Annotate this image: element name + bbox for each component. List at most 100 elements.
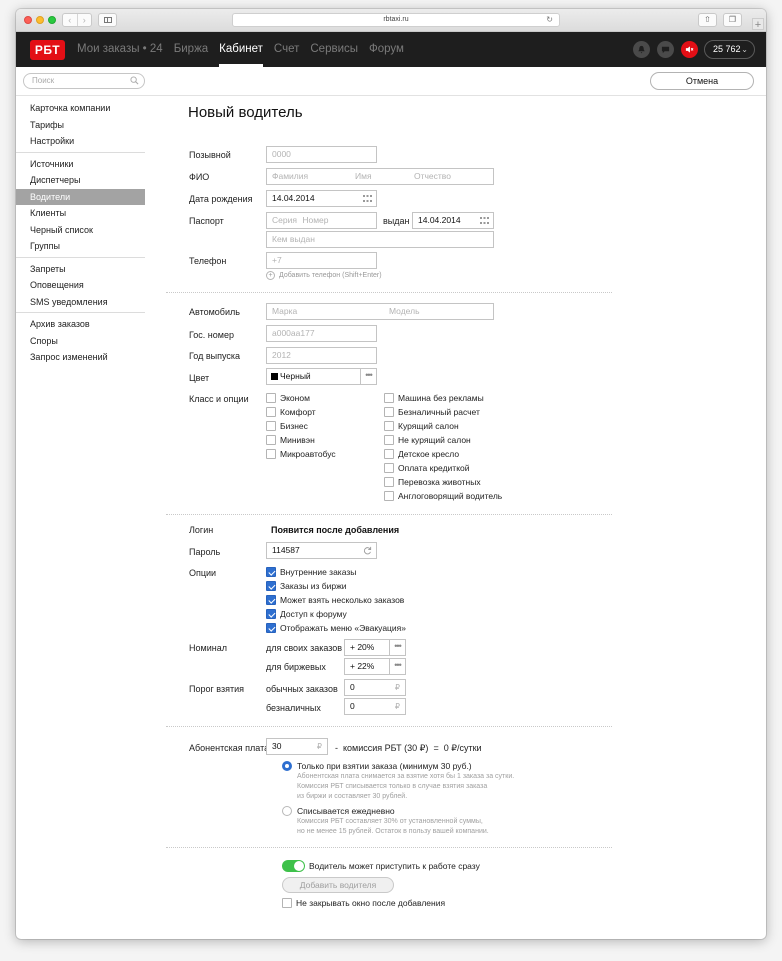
checkbox-label: Оплата кредиткой bbox=[398, 463, 470, 473]
nav-services[interactable]: Сервисы bbox=[310, 32, 358, 67]
address-bar[interactable]: rbtaxi.ru ↻ bbox=[232, 13, 560, 27]
tabs-overview-icon[interactable]: ❐ bbox=[723, 13, 742, 27]
option-checkbox-credit-card[interactable]: Оплата кредиткой bbox=[384, 463, 469, 473]
checkbox-label: Эконом bbox=[280, 393, 310, 403]
option-checkbox-cashless[interactable]: Безналичный расчет bbox=[384, 407, 480, 417]
add-phone-link[interactable]: + Добавить телефон (Shift+Enter) bbox=[266, 271, 382, 281]
keep-open-checkbox[interactable]: Не закрывать окно после добавления bbox=[282, 898, 445, 908]
sidebar-item-blacklist[interactable]: Черный список bbox=[16, 222, 145, 239]
sidebar-item-sms[interactable]: SMS уведомления bbox=[16, 294, 145, 311]
checkbox-label: Комфорт bbox=[280, 407, 316, 417]
option-forum-access[interactable]: Доступ к форуму bbox=[266, 609, 347, 619]
zoom-window-button[interactable] bbox=[48, 16, 56, 24]
add-driver-button[interactable]: Добавить водителя bbox=[282, 877, 394, 893]
calendar-icon[interactable] bbox=[480, 217, 489, 224]
close-window-button[interactable] bbox=[24, 16, 32, 24]
sidebar-item-order-archive[interactable]: Архив заказов bbox=[16, 316, 145, 333]
birthdate-value: 14.04.2014 bbox=[272, 193, 315, 203]
nav-forum[interactable]: Форум bbox=[369, 32, 404, 67]
sidebar-item-alerts[interactable]: Оповещения bbox=[16, 277, 145, 294]
password-input[interactable]: 114587 bbox=[266, 542, 377, 559]
sidebar-toggle-icon[interactable] bbox=[98, 13, 117, 27]
checkbox-label: Не закрывать окно после добавления bbox=[296, 898, 446, 908]
notifications-bell-icon[interactable] bbox=[633, 41, 650, 58]
sidebar-item-drivers[interactable]: Водители bbox=[16, 188, 145, 205]
plate-input[interactable]: а000аа177 bbox=[266, 325, 377, 342]
class-checkbox-minibus[interactable]: Микроавтобус bbox=[266, 449, 336, 459]
sidebar-item-dispatchers[interactable]: Диспетчеры bbox=[16, 172, 145, 189]
ruble-icon: ₽ bbox=[394, 683, 400, 692]
nav-my-orders[interactable]: Мои заказы • 24 bbox=[77, 32, 163, 67]
class-checkbox-comfort[interactable]: Комфорт bbox=[266, 407, 316, 417]
passport-issued-by-input[interactable]: Кем выдан bbox=[266, 231, 494, 248]
logo[interactable]: РБТ bbox=[30, 40, 65, 60]
sidebar-item-bans[interactable]: Запреты bbox=[16, 261, 145, 278]
sidebar-item-company-card[interactable]: Карточка компании bbox=[16, 100, 145, 117]
reload-icon[interactable]: ↻ bbox=[546, 14, 553, 26]
year-input[interactable]: 2012 bbox=[266, 347, 377, 364]
phone-input[interactable]: +7 bbox=[266, 252, 377, 269]
birthdate-input[interactable]: 14.04.2014 bbox=[266, 190, 377, 207]
passport-issued-date-input[interactable]: 14.04.2014 bbox=[412, 212, 494, 229]
search-input[interactable]: Поиск bbox=[23, 73, 145, 89]
search-placeholder: Поиск bbox=[32, 76, 55, 85]
back-icon[interactable]: ‹ bbox=[63, 14, 78, 26]
fee-option-daily-desc: но не менее 15 рублей. Остаток в пользу … bbox=[297, 828, 489, 835]
option-evacuation-menu[interactable]: Отображать меню «Эвакуация» bbox=[266, 623, 406, 633]
more-options-icon[interactable]: ••• bbox=[360, 369, 376, 384]
minimize-window-button[interactable] bbox=[36, 16, 44, 24]
sidebar-item-groups[interactable]: Группы bbox=[16, 238, 145, 255]
sidebar-item-sources[interactable]: Источники bbox=[16, 156, 145, 173]
option-checkbox-pets[interactable]: Перевозка животных bbox=[384, 477, 481, 487]
add-phone-text: Добавить телефон (Shift+Enter) bbox=[279, 272, 382, 279]
option-internal-orders[interactable]: Внутренние заказы bbox=[266, 567, 356, 577]
sidebar-item-disputes[interactable]: Споры bbox=[16, 333, 145, 350]
car-brand-placeholder: Марка bbox=[272, 306, 298, 316]
sidebar-item-clients[interactable]: Клиенты bbox=[16, 205, 145, 222]
sidebar-item-change-requests[interactable]: Запрос изменений bbox=[16, 349, 145, 366]
option-checkbox-smoking[interactable]: Курящий салон bbox=[384, 421, 459, 431]
sidebar-item-settings[interactable]: Настройки bbox=[16, 133, 145, 150]
option-checkbox-child-seat[interactable]: Детское кресло bbox=[384, 449, 459, 459]
more-options-icon[interactable]: ••• bbox=[389, 659, 405, 674]
fio-input[interactable]: Фамилия Имя Отчество bbox=[266, 168, 494, 185]
option-exchange-orders[interactable]: Заказы из биржи bbox=[266, 581, 347, 591]
option-checkbox-no-ads[interactable]: Машина без рекламы bbox=[384, 393, 484, 403]
option-checkbox-nonsmoking[interactable]: Не курящий салон bbox=[384, 435, 471, 445]
class-checkbox-minivan[interactable]: Минивэн bbox=[266, 435, 315, 445]
fee-option-on-order-radio[interactable] bbox=[282, 761, 292, 771]
passport-series-placeholder: Серия bbox=[272, 215, 297, 225]
color-select[interactable]: Черный ••• bbox=[266, 368, 377, 385]
class-checkbox-econom[interactable]: Эконом bbox=[266, 393, 310, 403]
commission-text: комиссия РБТ (30 ₽) bbox=[343, 743, 429, 753]
passport-series-number-input[interactable]: Серия Номер bbox=[266, 212, 377, 229]
option-multiple-orders[interactable]: Может взять несколько заказов bbox=[266, 595, 404, 605]
middlename-placeholder: Отчество bbox=[414, 171, 451, 181]
car-input[interactable]: Марка Модель bbox=[266, 303, 494, 320]
checkbox-label: Не курящий салон bbox=[398, 435, 471, 445]
forward-icon[interactable]: › bbox=[78, 14, 92, 26]
new-tab-icon[interactable]: + bbox=[752, 18, 764, 31]
more-options-icon[interactable]: ••• bbox=[389, 640, 405, 655]
callsign-input[interactable]: 0000 bbox=[266, 146, 377, 163]
sound-muted-icon[interactable] bbox=[681, 41, 698, 58]
chat-icon[interactable] bbox=[657, 41, 674, 58]
option-checkbox-english[interactable]: Англоговорящий водитель bbox=[384, 491, 502, 501]
share-icon[interactable]: ⇧ bbox=[698, 13, 717, 27]
nav-exchange[interactable]: Биржа bbox=[174, 32, 208, 67]
balance-dropdown[interactable]: 25 762 ⌄ bbox=[704, 40, 755, 59]
nav-cabinet[interactable]: Кабинет bbox=[219, 32, 263, 67]
refresh-icon[interactable] bbox=[363, 546, 372, 555]
class-checkbox-business[interactable]: Бизнес bbox=[266, 421, 308, 431]
sidebar-item-tariffs[interactable]: Тарифы bbox=[16, 117, 145, 134]
nominal-exchange-input[interactable]: + 22% ••• bbox=[344, 658, 406, 675]
nav-account[interactable]: Счет bbox=[274, 32, 299, 67]
ready-to-work-toggle[interactable] bbox=[282, 860, 305, 872]
fee-input[interactable]: 30 ₽ bbox=[266, 738, 328, 755]
calendar-icon[interactable] bbox=[363, 195, 372, 202]
threshold-cashless-input[interactable]: 0 ₽ bbox=[344, 698, 406, 715]
fee-option-daily-radio[interactable] bbox=[282, 806, 292, 816]
nominal-own-input[interactable]: + 20% ••• bbox=[344, 639, 406, 656]
threshold-regular-input[interactable]: 0 ₽ bbox=[344, 679, 406, 696]
chevron-down-icon: ⌄ bbox=[741, 45, 748, 54]
